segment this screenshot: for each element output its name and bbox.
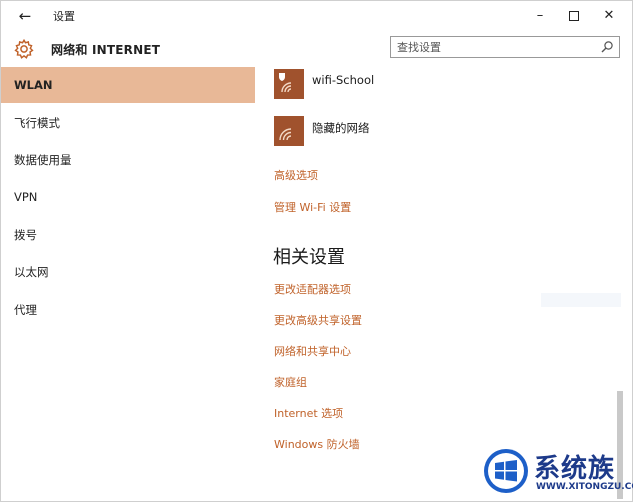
- watermark-text: 系统族: [534, 454, 616, 484]
- change-adapter-options-link[interactable]: 更改适配器选项: [274, 281, 351, 297]
- close-button[interactable]: ✕: [597, 6, 621, 26]
- maximize-button[interactable]: [562, 6, 586, 26]
- homegroup-link[interactable]: 家庭组: [274, 374, 307, 390]
- gear-icon: [14, 38, 34, 59]
- sidebar-item-proxy[interactable]: 代理: [1, 291, 255, 327]
- sidebar-item-label: 飞行模式: [14, 116, 60, 130]
- sidebar-item-label: 代理: [14, 303, 37, 317]
- manage-wifi-settings-link[interactable]: 管理 Wi-Fi 设置: [274, 199, 351, 215]
- search-box[interactable]: [390, 36, 620, 58]
- main-content: wifi-School 隐藏的网络 高级选项 管理 Wi-Fi 设置 相关设置 …: [255, 61, 632, 501]
- sidebar-item-label: 拨号: [14, 228, 37, 242]
- windows-logo-icon: [484, 449, 528, 493]
- window-title: 设置: [53, 10, 75, 23]
- page-title: 网络和 INTERNET: [51, 43, 161, 57]
- minimize-button[interactable]: –: [528, 6, 552, 26]
- maximize-icon: [569, 10, 579, 21]
- related-settings-heading: 相关设置: [273, 247, 345, 268]
- sidebar-item-label: WLAN: [14, 78, 53, 92]
- settings-window: ← 设置 – ✕ 网络和 INTERNET WLAN 飞行模式 数据使用量 VP…: [0, 0, 633, 502]
- faint-overlay: [541, 293, 621, 307]
- sidebar-item-airplane-mode[interactable]: 飞行模式: [1, 104, 255, 140]
- watermark: 系统族 WWW.XITONGZU.COM: [480, 446, 633, 498]
- back-button[interactable]: ←: [15, 6, 35, 26]
- wifi-icon: [274, 116, 304, 146]
- sidebar-item-label: 以太网: [14, 265, 49, 279]
- search-input[interactable]: [397, 38, 592, 56]
- sidebar-item-label: VPN: [14, 190, 38, 204]
- network-item-wifi-school[interactable]: wifi-School: [274, 69, 604, 101]
- advanced-options-link[interactable]: 高级选项: [274, 167, 318, 183]
- sidebar-item-wlan[interactable]: WLAN: [1, 67, 255, 103]
- windows-firewall-link[interactable]: Windows 防火墙: [274, 436, 360, 452]
- network-name: wifi-School: [312, 73, 375, 87]
- network-sharing-center-link[interactable]: 网络和共享中心: [274, 343, 351, 359]
- watermark-url: WWW.XITONGZU.COM: [536, 482, 633, 492]
- sidebar-item-vpn[interactable]: VPN: [1, 179, 255, 215]
- sidebar-item-dialup[interactable]: 拨号: [1, 216, 255, 252]
- internet-options-link[interactable]: Internet 选项: [274, 405, 343, 421]
- network-name: 隐藏的网络: [312, 121, 370, 135]
- search-icon[interactable]: [600, 40, 614, 54]
- sidebar-item-data-usage[interactable]: 数据使用量: [1, 141, 255, 177]
- wifi-secured-icon: [274, 69, 304, 99]
- sidebar-item-ethernet[interactable]: 以太网: [1, 253, 255, 289]
- advanced-sharing-settings-link[interactable]: 更改高级共享设置: [274, 312, 362, 328]
- title-bar: ← 设置 – ✕: [1, 1, 632, 31]
- sidebar-item-label: 数据使用量: [14, 153, 72, 167]
- network-item-hidden[interactable]: 隐藏的网络: [274, 116, 604, 148]
